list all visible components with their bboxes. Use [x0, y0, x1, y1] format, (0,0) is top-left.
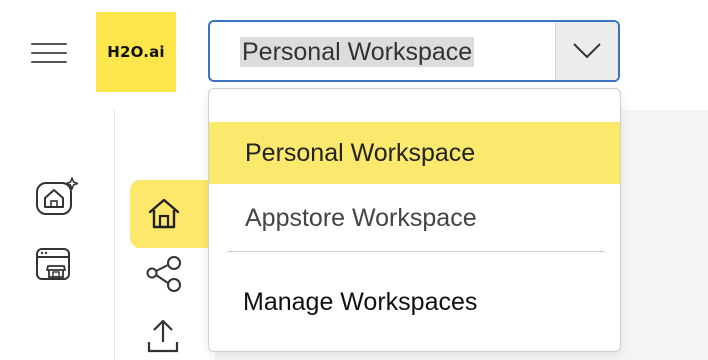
left-rail — [0, 110, 115, 360]
logo-text: H2O.ai — [107, 43, 165, 61]
connected-nodes-icon[interactable] — [144, 254, 186, 296]
ai-home-icon[interactable] — [34, 176, 80, 218]
upload-icon[interactable] — [146, 318, 180, 354]
menu-divider — [227, 251, 605, 252]
option-personal-workspace[interactable]: Personal Workspace — [209, 122, 620, 184]
option-appstore-workspace[interactable]: Appstore Workspace — [209, 187, 620, 249]
h2o-logo[interactable]: H2O.ai — [96, 12, 176, 92]
manage-workspaces-item[interactable]: Manage Workspaces — [209, 272, 620, 332]
chevron-down-icon[interactable] — [555, 22, 618, 80]
workspace-select[interactable]: Personal Workspace — [208, 20, 620, 82]
workspace-select-value: Personal Workspace — [240, 37, 475, 67]
home-icon — [146, 197, 182, 231]
workspace-dropdown-menu: Personal Workspace Appstore Workspace Ma… — [208, 88, 621, 352]
app-store-icon[interactable] — [34, 246, 74, 284]
hamburger-menu-icon[interactable] — [28, 40, 70, 66]
subnav-home-tab[interactable] — [130, 180, 212, 248]
